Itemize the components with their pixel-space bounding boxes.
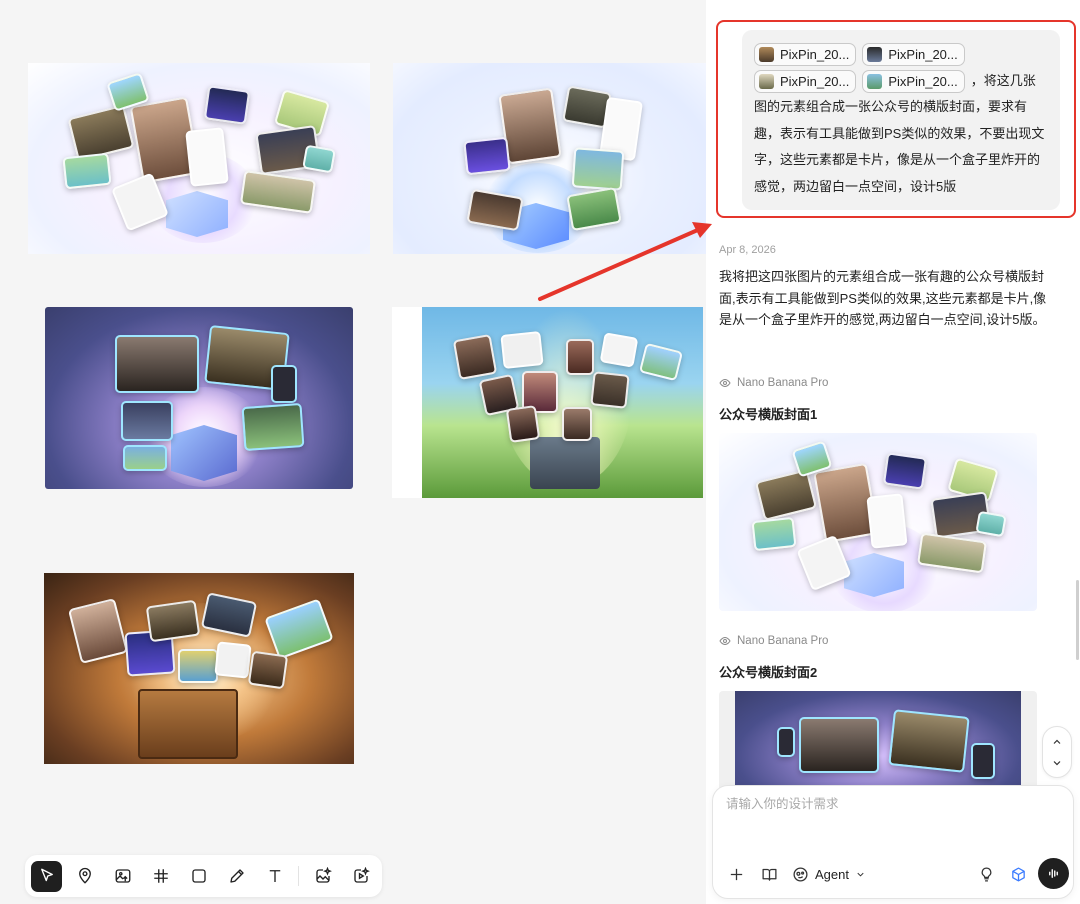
canvas-image-3[interactable] — [45, 307, 353, 489]
model-label-2: Nano Banana Pro — [719, 635, 828, 647]
canvas-image-5[interactable] — [44, 573, 354, 764]
chat-panel: PixPin_20... PixPin_20... PixPin_20... Pix… — [706, 0, 1080, 904]
result-image-1[interactable] — [719, 433, 1037, 611]
canvas-image-4[interactable] — [392, 307, 703, 498]
message-nav — [1042, 726, 1072, 778]
result-title-2: 公众号横版封面2 — [719, 665, 818, 680]
result-title-1: 公众号横版封面1 — [719, 407, 818, 422]
pen-tool[interactable] — [221, 861, 252, 892]
assistant-reply: 我将把这四张图片的元素组合成一张有趣的公众号横版封面,表示有工具能做到PS类似的… — [719, 269, 1047, 327]
select-tool[interactable] — [31, 860, 62, 892]
idea-button[interactable] — [975, 862, 997, 886]
agent-icon — [793, 866, 808, 882]
model-name: Nano Banana Pro — [737, 635, 829, 647]
rectangle-tool[interactable] — [183, 861, 214, 892]
add-button[interactable] — [726, 862, 746, 886]
library-button[interactable] — [758, 862, 780, 886]
model-eye-icon — [719, 378, 731, 388]
text-icon — [269, 870, 280, 882]
text-tool[interactable] — [259, 861, 290, 892]
chevron-down-icon[interactable] — [1051, 757, 1063, 769]
design-canvas[interactable] — [0, 0, 706, 904]
toolbar-divider — [298, 866, 299, 886]
waveform-icon — [1049, 869, 1058, 878]
model-name: Nano Banana Pro — [737, 377, 829, 389]
frame-tool[interactable] — [145, 861, 176, 892]
video-generate-tool[interactable] — [345, 861, 376, 892]
image-generate-tool[interactable] — [307, 861, 338, 892]
canvas-toolbar — [25, 855, 382, 897]
cursor-icon — [40, 868, 53, 882]
marker-tool[interactable] — [69, 861, 100, 892]
image-upload-icon — [115, 869, 130, 883]
hash-frame-icon — [153, 869, 168, 883]
book-icon — [761, 868, 777, 881]
model-label-1: Nano Banana Pro — [719, 377, 828, 389]
image-upload-tool[interactable] — [107, 861, 138, 892]
result-image-2[interactable] — [719, 691, 1037, 791]
canvas-image-1[interactable] — [28, 63, 370, 254]
chevron-down-icon — [857, 872, 864, 877]
agent-selector[interactable]: Agent — [792, 862, 866, 886]
design-prompt-input[interactable] — [726, 794, 1056, 814]
scrollbar-thumb[interactable] — [1076, 580, 1079, 660]
highlight-frame — [716, 20, 1076, 218]
agent-label: Agent — [815, 866, 849, 882]
3d-mode-button[interactable] — [1007, 862, 1029, 886]
chevron-up-icon[interactable] — [1051, 736, 1063, 748]
plus-icon — [730, 868, 742, 880]
message-date: Apr 8, 2026 — [719, 244, 776, 256]
canvas-image-2[interactable] — [393, 63, 706, 254]
voice-input-button[interactable] — [1038, 858, 1069, 889]
pencil-icon — [229, 869, 244, 883]
video-sparkle-icon — [353, 867, 370, 883]
image-sparkle-icon — [315, 867, 332, 883]
rectangle-icon — [191, 869, 206, 883]
cube-icon — [1011, 866, 1025, 882]
lightbulb-icon — [981, 866, 991, 882]
location-pin-icon — [78, 867, 91, 884]
model-eye-icon — [719, 636, 731, 646]
composer: Agent — [712, 785, 1074, 899]
